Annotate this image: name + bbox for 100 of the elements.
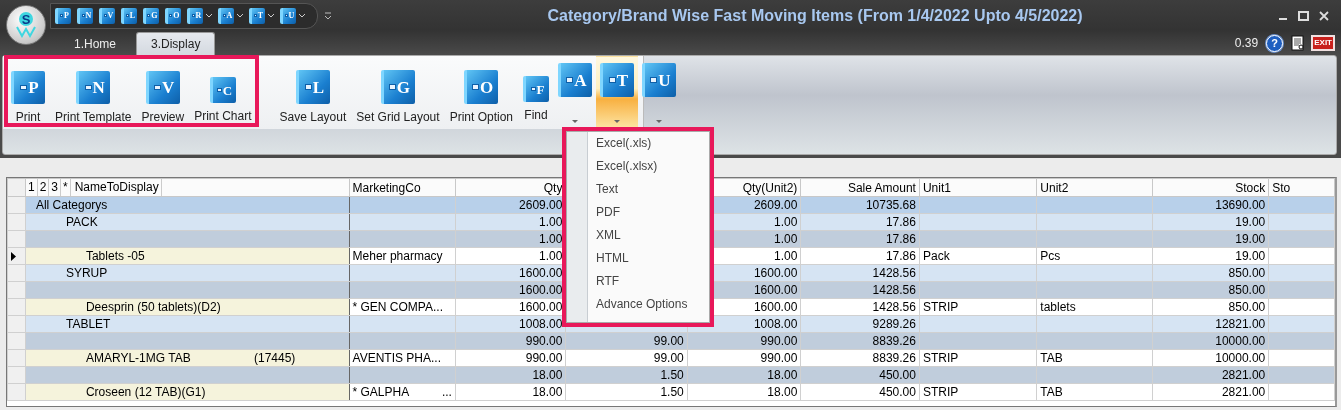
toolbar-icon[interactable]: P — [55, 7, 71, 24]
outline-level-button[interactable]: 2 — [37, 179, 50, 196]
menu-item[interactable]: Excel(.xls) — [567, 136, 709, 159]
close-icon[interactable] — [1319, 10, 1329, 21]
table-cell: 1.00 — [539, 215, 563, 229]
ribbon-button[interactable]: G Set Grid Layout — [351, 56, 445, 129]
outline-level-button[interactable]: 3 — [49, 179, 61, 196]
exit-button[interactable]: EXIT — [1311, 35, 1335, 51]
menu-item[interactable]: RTF — [567, 274, 709, 297]
caret-icon[interactable] — [656, 120, 662, 123]
table-cell: 17.86 — [885, 249, 916, 263]
ribbon-tab[interactable]: 3.Display — [136, 32, 216, 55]
toolbar-icon[interactable]: V — [99, 7, 115, 24]
table-cell: * GEN COMPA... — [352, 300, 443, 314]
letter-tile-icon: L — [295, 70, 330, 104]
outline-level-button[interactable]: * — [61, 179, 71, 196]
table-cell: 990.00 — [760, 334, 798, 348]
table-cell: 19.00 — [1235, 215, 1266, 229]
ribbon-button[interactable]: F Find — [518, 56, 554, 129]
table-cell: 2609.00 — [519, 198, 563, 212]
maximize-icon[interactable] — [1298, 10, 1309, 21]
document-icon[interactable] — [1291, 35, 1306, 51]
table-cell: 990.00 — [525, 351, 563, 365]
table-cell: 8839.26 — [872, 351, 916, 365]
table-cell: 2609.00 — [753, 198, 798, 212]
table-cell: 1428.56 — [872, 283, 916, 297]
table-cell: Croseen (12 TAB)(G1) — [85, 385, 206, 399]
ribbon-button[interactable]: L Save Layout — [274, 56, 352, 129]
help-button[interactable]: ? — [1266, 34, 1284, 52]
table-cell: 450.00 — [879, 368, 916, 382]
letter-tile-icon: P — [11, 71, 45, 104]
split-button[interactable]: A — [554, 56, 596, 128]
letter-tile-icon: A — [558, 63, 592, 97]
toolbar-icon[interactable]: N — [77, 7, 93, 24]
app-logo[interactable]: S — [6, 5, 46, 45]
menu-item[interactable]: Advance Options — [567, 297, 709, 320]
ribbon-button[interactable]: N Print Template — [50, 57, 137, 125]
table-cell: TABLET — [65, 317, 111, 331]
customize-icon[interactable] — [324, 11, 332, 20]
letter-tile-icon: O — [464, 70, 499, 104]
caret-icon[interactable] — [614, 120, 620, 123]
split-button[interactable]: T — [596, 56, 638, 128]
ribbon-button[interactable]: O Print Option — [444, 56, 518, 129]
caret-icon[interactable] — [572, 120, 578, 123]
table-cell: STRIP — [922, 300, 959, 314]
menu-item[interactable]: HTML — [567, 251, 709, 274]
table-cell: 2821.00 — [1221, 385, 1266, 399]
menu-item[interactable]: XML — [567, 228, 709, 251]
table-cell: 1600.00 — [753, 283, 798, 297]
caret-icon[interactable] — [206, 13, 212, 18]
outline-level-button[interactable]: 1 — [26, 179, 38, 196]
column-header[interactable]: Qty — [543, 180, 563, 195]
table-cell: 17.86 — [885, 215, 916, 229]
table-cell: 19.00 — [1235, 232, 1266, 246]
ribbon-button[interactable]: V Preview — [136, 57, 190, 125]
caret-icon[interactable] — [299, 13, 305, 18]
toolbar-icon[interactable]: A — [218, 7, 234, 24]
column-header[interactable]: NameToDisplay — [70, 179, 162, 196]
table-cell: 99.00 — [653, 334, 684, 348]
table-cell: 1.00 — [773, 232, 798, 246]
column-header[interactable]: Unit2 — [1040, 180, 1069, 195]
menu-item[interactable]: Text — [567, 182, 709, 205]
menu-item[interactable]: PDF — [567, 205, 709, 228]
table-cell: 1600.00 — [519, 283, 563, 297]
caret-icon[interactable] — [237, 13, 243, 18]
table-cell: 9289.26 — [872, 317, 916, 331]
toolbar-icon[interactable]: R — [187, 7, 203, 24]
toolbar-icon[interactable]: G — [143, 7, 159, 24]
table-cell: 18.00 — [767, 368, 798, 382]
menu-item[interactable]: Excel(.xlsx) — [567, 159, 709, 182]
letter-tile-icon: C — [209, 77, 236, 103]
table-cell: 12821.00 — [1215, 317, 1266, 331]
caret-icon[interactable] — [268, 13, 274, 18]
table-cell: STRIP — [922, 385, 959, 399]
letter-tile-icon: U — [642, 63, 676, 97]
toolbar-icon[interactable]: O — [165, 7, 181, 24]
table-cell: 10000.00 — [1215, 351, 1266, 365]
toolbar-icon[interactable]: L — [121, 7, 137, 24]
table-cell: PACK — [65, 215, 98, 229]
ribbon-button[interactable]: C Print Chart — [189, 57, 257, 125]
letter-tile-icon: T — [600, 63, 634, 97]
row-pointer-icon — [11, 251, 16, 261]
ribbon-button[interactable]: P Print — [6, 57, 50, 125]
table-cell: 19.00 — [1235, 249, 1266, 263]
table-cell: 1600.00 — [753, 266, 798, 280]
ribbon-tab[interactable]: 1.Home — [60, 33, 131, 55]
table-cell: 13690.00 — [1215, 198, 1266, 212]
toolbar-icon[interactable]: T — [249, 7, 265, 24]
table-cell: 1008.00 — [753, 317, 798, 331]
split-button[interactable]: U — [638, 56, 680, 128]
column-header[interactable]: Unit1 — [922, 180, 951, 195]
table-cell: 1428.56 — [872, 266, 916, 280]
table-cell: 99.00 — [653, 351, 684, 365]
table-cell: Pack — [922, 249, 950, 263]
table-cell: 450.00 — [879, 385, 916, 399]
table-cell: 18.00 — [532, 368, 563, 382]
table-cell: 850.00 — [1228, 283, 1266, 297]
letter-tile-icon: G — [380, 70, 415, 104]
table-cell: Pcs — [1040, 249, 1061, 263]
table-cell: TAB — [1040, 385, 1063, 399]
